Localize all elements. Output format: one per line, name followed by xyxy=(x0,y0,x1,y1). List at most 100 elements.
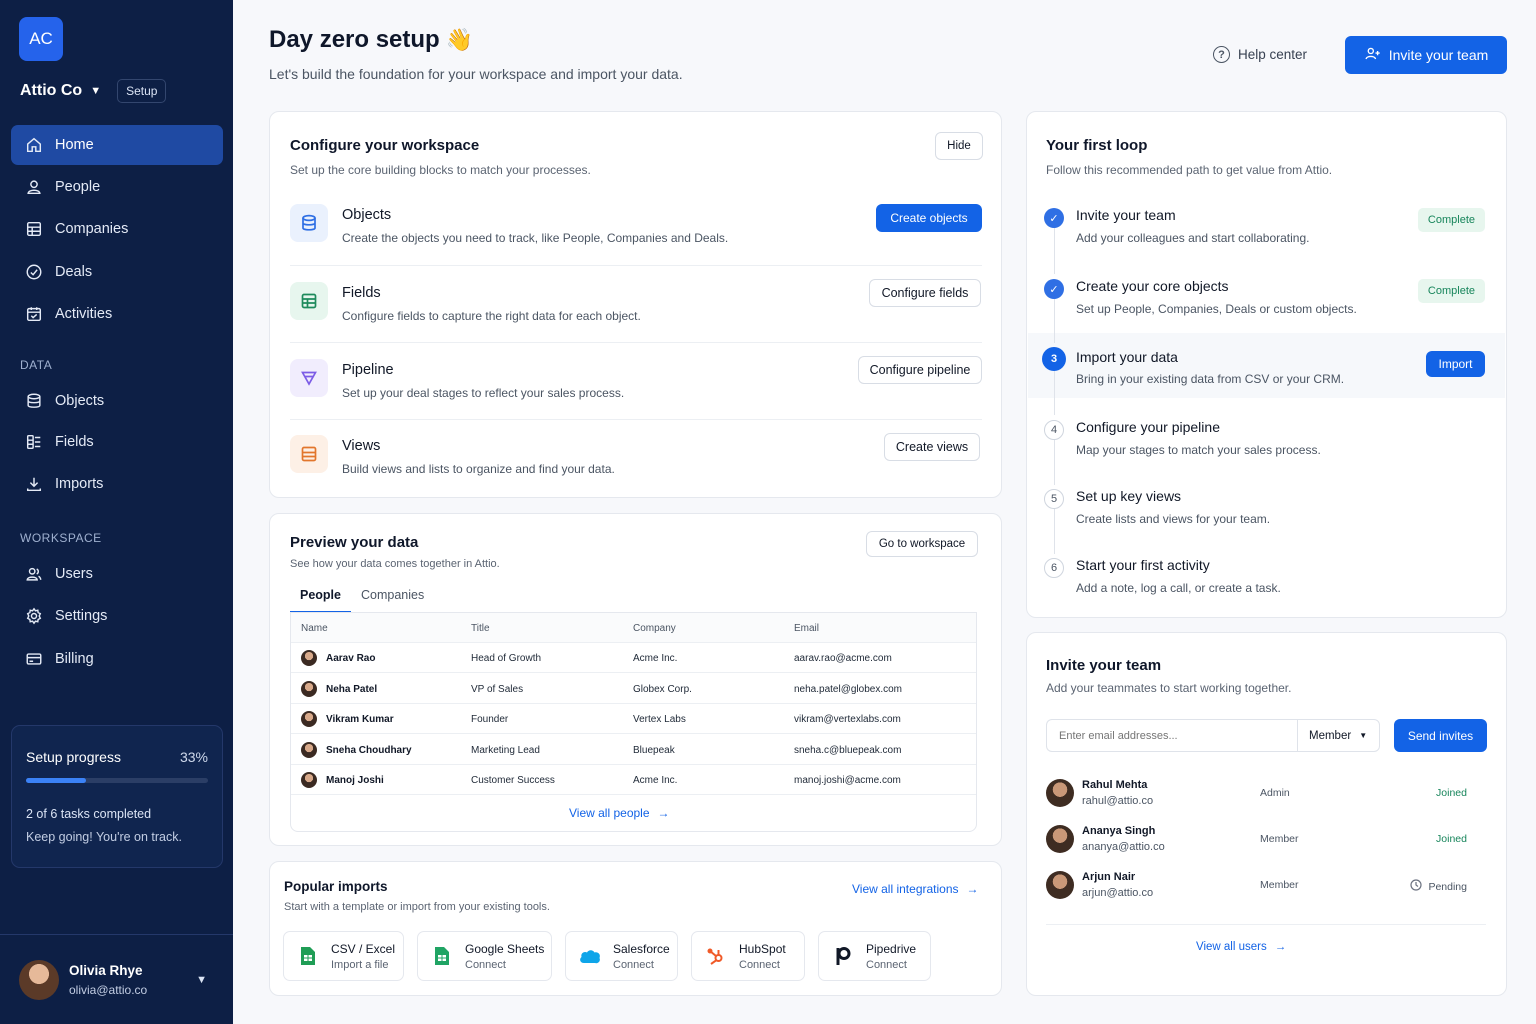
workspace-name: Attio Co xyxy=(20,82,83,99)
import-button[interactable]: Import xyxy=(1426,351,1485,377)
people-table: Name Title Company Email Aarav Rao Head … xyxy=(290,612,977,832)
member-row[interactable]: Ananya Singh ananya@attio.co Member Join… xyxy=(1046,823,1486,863)
go-to-workspace-button[interactable]: Go to workspace xyxy=(866,531,978,557)
title-cell: Marketing Lead xyxy=(471,744,540,756)
views-desc: Build views and lists to organize and fi… xyxy=(342,462,615,476)
step-title: Import your data xyxy=(1076,349,1178,365)
sidebar-item-label: Deals xyxy=(55,264,93,280)
sidebar-item-deals[interactable]: Deals xyxy=(11,252,223,292)
column-header-company[interactable]: Company xyxy=(633,613,676,643)
table-row[interactable]: Manoj Joshi Customer Success Acme Inc. m… xyxy=(291,765,976,795)
name-cell: Vikram Kumar xyxy=(301,704,394,734)
fields-desc: Configure fields to capture the right da… xyxy=(342,309,641,323)
page-subtitle: Let's build the foundation for your work… xyxy=(269,66,683,82)
status-badge: Joined xyxy=(1436,787,1467,799)
column-header-title[interactable]: Title xyxy=(471,613,490,643)
avatar xyxy=(301,681,317,697)
step-desc: Map your stages to match your sales proc… xyxy=(1076,443,1321,457)
hubspot-icon xyxy=(705,945,727,967)
step-title: Create your core objects xyxy=(1076,278,1229,294)
step-number: 6 xyxy=(1044,558,1064,578)
sidebar-item-activities[interactable]: Activities xyxy=(11,294,223,334)
sidebar-item-billing[interactable]: Billing xyxy=(11,639,223,679)
chevron-down-icon: ▼ xyxy=(1359,731,1368,740)
encouragement-text: Keep going! You're on track. xyxy=(26,830,182,844)
configure-pipeline-button[interactable]: Configure pipeline xyxy=(858,356,982,384)
sidebar-item-label: Imports xyxy=(55,476,104,492)
step-title: Invite your team xyxy=(1076,207,1176,223)
sidebar-item-settings[interactable]: Settings xyxy=(11,596,223,636)
import-pipedrive[interactable]: Pipedrive Connect xyxy=(818,931,931,981)
column-header-email[interactable]: Email xyxy=(794,613,819,643)
arrow-right-icon: → xyxy=(657,806,670,820)
member-name: Rahul Mehta xyxy=(1082,779,1148,791)
member-row[interactable]: Rahul Mehta rahul@attio.co Admin Joined xyxy=(1046,777,1486,817)
table-row[interactable]: Sneha Choudhary Marketing Lead Bluepeak … xyxy=(291,735,976,765)
title-cell: Customer Success xyxy=(471,774,555,786)
page-title-text: Day zero setup xyxy=(269,26,440,53)
sidebar-item-fields[interactable]: Fields xyxy=(11,422,223,462)
member-row[interactable]: Arjun Nair arjun@attio.co Member Pending xyxy=(1046,869,1486,909)
views-title: Views xyxy=(342,438,381,454)
sidebar-item-companies[interactable]: Companies xyxy=(11,209,223,249)
import-google-sheets[interactable]: Google Sheets Connect xyxy=(417,931,552,981)
sidebar-item-objects[interactable]: Objects xyxy=(11,381,223,421)
table-row[interactable]: Vikram Kumar Founder Vertex Labs vikram@… xyxy=(291,704,976,734)
page-title: Day zero setup 👋 xyxy=(269,26,473,54)
add-user-icon xyxy=(1364,45,1381,65)
company-cell: Vertex Labs xyxy=(633,713,686,725)
sidebar-item-label: Billing xyxy=(55,651,94,667)
sidebar-item-imports[interactable]: Imports xyxy=(11,464,223,504)
sidebar-item-people[interactable]: People xyxy=(11,167,223,207)
imports-subtitle: Start with a template or import from you… xyxy=(284,901,550,913)
view-all-integrations-link[interactable]: View all integrations → xyxy=(852,882,979,896)
table-row[interactable]: Aarav Rao Head of Growth Acme Inc. aarav… xyxy=(291,643,976,673)
import-hubspot[interactable]: HubSpot Connect xyxy=(691,931,805,981)
step-number: 4 xyxy=(1044,420,1064,440)
invite-team-button[interactable]: Invite your team xyxy=(1345,36,1507,74)
sidebar: AC Attio Co ▼ Setup Home People Companie… xyxy=(0,0,233,1024)
sidebar-item-users[interactable]: Users xyxy=(11,554,223,594)
step-desc: Create lists and views for your team. xyxy=(1076,512,1271,526)
import-name: HubSpot xyxy=(739,941,786,956)
objects-row: Objects Create the objects you need to t… xyxy=(290,204,982,280)
calendar-icon xyxy=(25,305,43,323)
view-all-people-link[interactable]: View all people → xyxy=(569,806,670,820)
column-header-name[interactable]: Name xyxy=(301,613,328,643)
step-number: 5 xyxy=(1044,489,1064,509)
create-objects-button[interactable]: Create objects xyxy=(876,204,982,232)
table-icon xyxy=(290,282,328,320)
member-name: Arjun Nair xyxy=(1082,871,1136,883)
step-desc: Add your colleagues and start collaborat… xyxy=(1076,231,1310,245)
person-icon xyxy=(25,178,43,196)
create-views-button[interactable]: Create views xyxy=(884,433,980,461)
tasks-completed: 2 of 6 tasks completed xyxy=(26,807,152,821)
sidebar-item-label: Companies xyxy=(55,221,129,237)
tab-companies[interactable]: Companies xyxy=(351,583,434,613)
email-cell: neha.patel@globex.com xyxy=(794,683,902,695)
table-row[interactable]: Neha Patel VP of Sales Globex Corp. neha… xyxy=(291,674,976,704)
user-name: Olivia Rhye xyxy=(69,962,143,978)
name-cell: Neha Patel xyxy=(301,674,377,704)
sidebar-item-label: Objects xyxy=(55,393,105,409)
workspace-switcher[interactable]: Attio Co ▼ Setup xyxy=(20,79,167,103)
import-name: Salesforce xyxy=(613,941,670,956)
send-invites-button[interactable]: Send invites xyxy=(1394,719,1487,752)
email-cell: aarav.rao@acme.com xyxy=(794,652,892,664)
tab-people[interactable]: People xyxy=(290,583,351,613)
sidebar-item-home[interactable]: Home xyxy=(11,125,223,165)
view-all-users-link[interactable]: View all users → xyxy=(1196,941,1286,953)
import-salesforce[interactable]: Salesforce Connect xyxy=(565,931,678,981)
database-icon xyxy=(25,392,43,410)
email-input[interactable] xyxy=(1046,719,1298,752)
help-center-link[interactable]: ? Help center xyxy=(1213,46,1307,63)
user-menu[interactable]: Olivia Rhye olivia@attio.co ▼ xyxy=(0,934,233,1024)
workspace-logo[interactable]: AC xyxy=(19,17,63,61)
loop-step-core-objects: ✓ Create your core objects Set up People… xyxy=(1027,277,1505,341)
configure-fields-button[interactable]: Configure fields xyxy=(869,279,981,307)
person-name: Neha Patel xyxy=(326,683,378,695)
hide-button[interactable]: Hide xyxy=(935,132,983,160)
objects-desc: Create the objects you need to track, li… xyxy=(342,231,729,245)
role-select[interactable]: Member ▼ xyxy=(1297,719,1380,752)
import-csv-excel[interactable]: CSV / Excel Import a file xyxy=(283,931,404,981)
